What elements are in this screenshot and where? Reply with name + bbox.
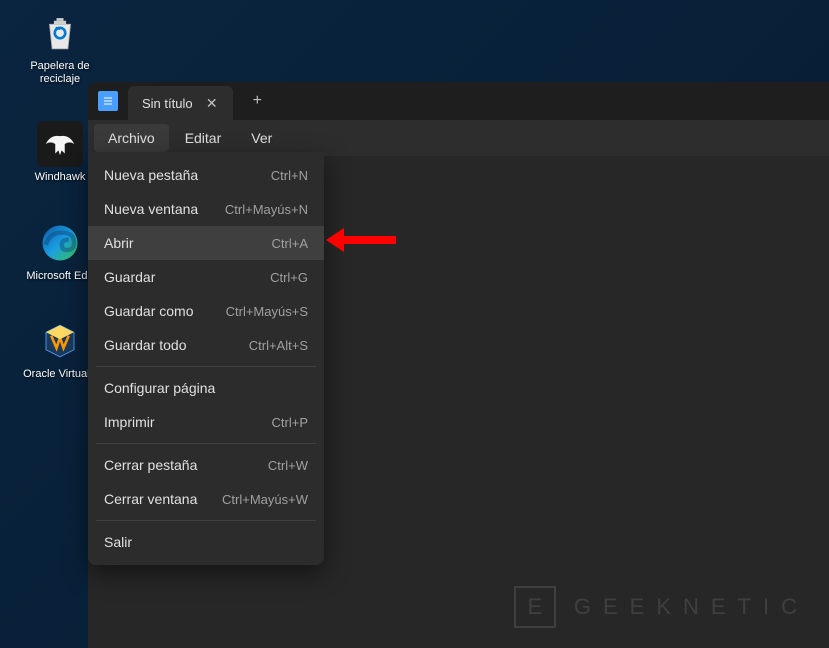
menu-nueva-ventana[interactable]: Nueva ventana Ctrl+Mayús+N (88, 192, 324, 226)
menu-item-label: Cerrar ventana (104, 491, 197, 507)
menu-item-shortcut: Ctrl+Mayús+W (222, 492, 308, 507)
menu-imprimir[interactable]: Imprimir Ctrl+P (88, 405, 324, 439)
edge-icon (37, 220, 83, 266)
menu-item-label: Guardar todo (104, 337, 187, 353)
menu-item-shortcut: Ctrl+Alt+S (249, 338, 308, 353)
menu-item-label: Guardar como (104, 303, 193, 319)
menu-guardar-todo[interactable]: Guardar todo Ctrl+Alt+S (88, 328, 324, 362)
notepad-app-icon (98, 91, 118, 111)
archivo-dropdown-menu: Nueva pestaña Ctrl+N Nueva ventana Ctrl+… (88, 152, 324, 565)
edge-label: Microsoft Edg (26, 270, 93, 283)
menu-item-label: Cerrar pestaña (104, 457, 197, 473)
menu-item-shortcut: Ctrl+Mayús+N (225, 202, 308, 217)
menu-item-shortcut: Ctrl+N (271, 168, 308, 183)
menu-item-shortcut: Ctrl+A (272, 236, 308, 251)
notepad-window: Sin título ✕ + Archivo Editar Ver Nueva … (88, 82, 829, 648)
menu-item-label: Configurar página (104, 380, 215, 396)
menu-editar[interactable]: Editar (171, 124, 236, 152)
menu-item-shortcut: Ctrl+Mayús+S (226, 304, 308, 319)
watermark-text: GEEKNETIC (574, 594, 809, 620)
tab-close-button[interactable]: ✕ (201, 93, 223, 114)
menu-item-label: Abrir (104, 235, 134, 251)
recycle-bin-label: Papelera de reciclaje (20, 60, 100, 86)
menu-guardar-como[interactable]: Guardar como Ctrl+Mayús+S (88, 294, 324, 328)
menubar: Archivo Editar Ver (88, 120, 829, 156)
virtualbox-label: Oracle VirtualB (23, 368, 97, 381)
tab-untitled[interactable]: Sin título ✕ (128, 86, 233, 120)
recycle-bin-icon (37, 10, 83, 56)
menu-cerrar-pestana[interactable]: Cerrar pestaña Ctrl+W (88, 448, 324, 482)
recycle-bin-desktop-icon[interactable]: Papelera de reciclaje (20, 10, 100, 86)
menu-ver[interactable]: Ver (237, 124, 286, 152)
watermark-logo: E (514, 586, 556, 628)
menu-item-label: Nueva pestaña (104, 167, 198, 183)
new-tab-button[interactable]: + (233, 92, 282, 110)
menu-item-shortcut: Ctrl+W (268, 458, 308, 473)
divider (96, 443, 316, 444)
tab-title: Sin título (142, 96, 193, 111)
menu-salir[interactable]: Salir (88, 525, 324, 559)
menu-configurar-pagina[interactable]: Configurar página (88, 371, 324, 405)
menu-archivo[interactable]: Archivo (94, 124, 169, 152)
windhawk-icon (37, 121, 83, 167)
menu-nueva-pestana[interactable]: Nueva pestaña Ctrl+N (88, 158, 324, 192)
menu-guardar[interactable]: Guardar Ctrl+G (88, 260, 324, 294)
menu-item-label: Nueva ventana (104, 201, 198, 217)
menu-abrir[interactable]: Abrir Ctrl+A (88, 226, 324, 260)
menu-item-shortcut: Ctrl+P (272, 415, 308, 430)
menu-item-shortcut: Ctrl+G (270, 270, 308, 285)
titlebar: Sin título ✕ + (88, 82, 829, 120)
windhawk-label: Windhawk (35, 171, 86, 184)
divider (96, 520, 316, 521)
menu-item-label: Imprimir (104, 414, 155, 430)
menu-cerrar-ventana[interactable]: Cerrar ventana Ctrl+Mayús+W (88, 482, 324, 516)
divider (96, 366, 316, 367)
annotation-arrow (326, 228, 396, 257)
watermark: E GEEKNETIC (514, 586, 809, 628)
menu-item-label: Salir (104, 534, 132, 550)
virtualbox-icon (37, 318, 83, 364)
menu-item-label: Guardar (104, 269, 155, 285)
